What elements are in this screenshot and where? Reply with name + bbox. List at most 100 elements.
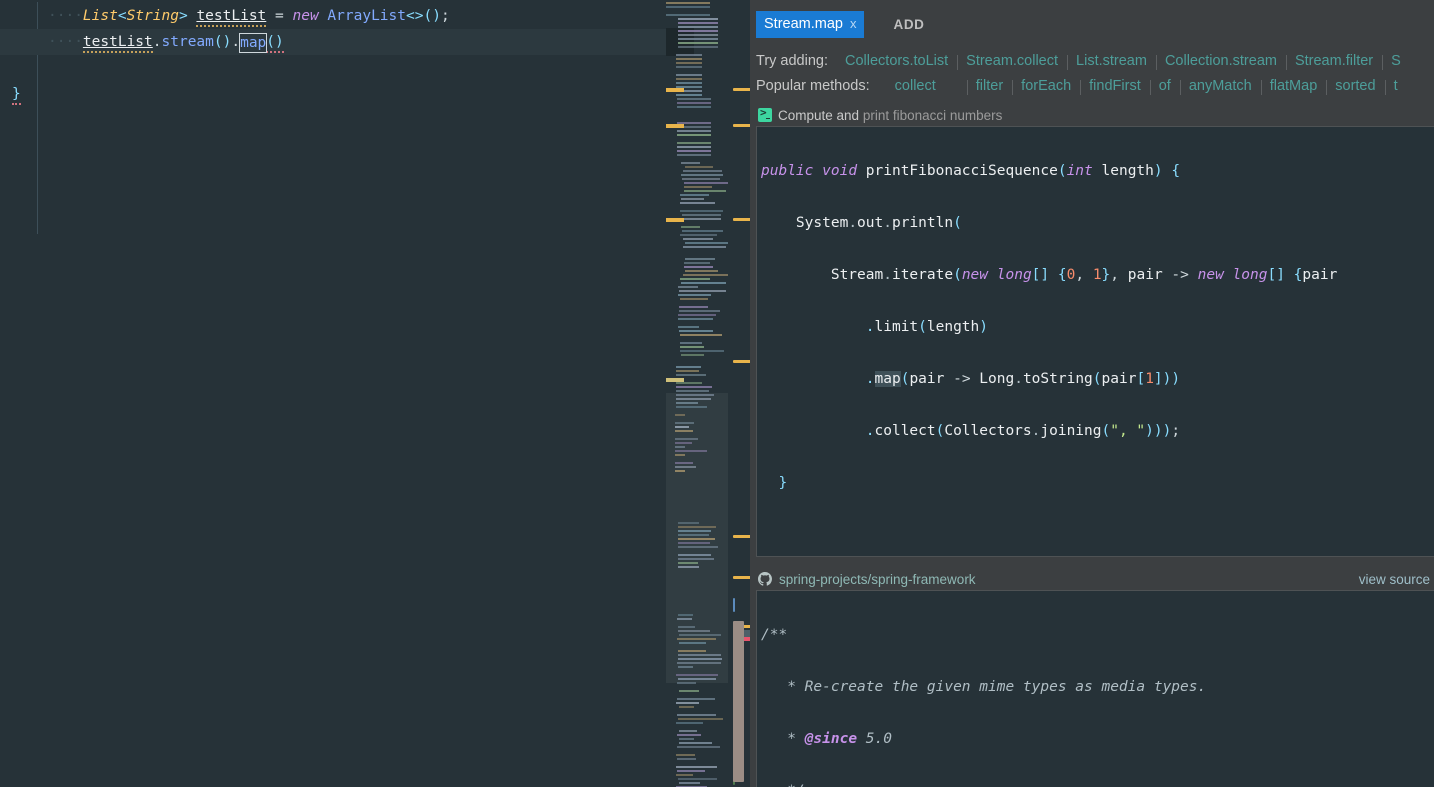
minimap-warning-marker (666, 88, 684, 92)
minimap-code-line (677, 638, 716, 640)
chip-collectors-tolist[interactable]: Collectors.toList (836, 53, 957, 69)
scroll-marker-blue-1 (733, 598, 735, 612)
minimap-code-line (675, 422, 694, 424)
minimap-code-line (676, 82, 702, 84)
minimap-code-line (678, 546, 718, 548)
add-button[interactable]: ADD (893, 17, 924, 32)
minimap-code-line (684, 190, 726, 192)
minimap-code-line (682, 178, 720, 180)
minimap-code-line (681, 354, 704, 356)
minimap-code-line (678, 654, 721, 656)
minimap-code-line (677, 98, 711, 100)
minimap-code-line (679, 738, 694, 740)
minimap-code-line (678, 326, 699, 328)
chip-popular-overflow[interactable]: t (1384, 78, 1407, 95)
minimap-code-line (675, 414, 685, 416)
minimap-code-line (680, 346, 704, 348)
minimap-code-line (676, 402, 698, 404)
minimap-code-line (679, 730, 697, 732)
minimap-code-line (678, 522, 699, 524)
editor-line-4[interactable]: } (0, 81, 750, 107)
chip-flatmap[interactable]: flatMap (1260, 78, 1327, 95)
minimap-code-line (680, 350, 724, 352)
chip-sorted[interactable]: sorted (1326, 78, 1384, 95)
minimap-code-line (676, 58, 702, 60)
card-title: Compute and print fibonacci numbers (778, 107, 1003, 123)
minimap-code-line (677, 130, 711, 132)
chip-try-adding-overflow[interactable]: S (1382, 53, 1410, 70)
editor-line-1[interactable]: ····List<String> testList = new ArrayLis… (0, 3, 750, 29)
minimap-code-line (685, 258, 715, 260)
minimap-code-line (666, 14, 710, 16)
minimap-code-line (678, 778, 717, 780)
github-icon (758, 572, 772, 586)
code-block-fibonacci[interactable]: public void printFibonacciSequence(int l… (756, 126, 1434, 557)
code-block-mimetypes[interactable]: /** * Re-create the given mime types as … (756, 590, 1434, 787)
chip-stream-filter[interactable]: Stream.filter (1285, 53, 1382, 70)
code-line: .map(pair -> Long.toString(pair[1])) (865, 371, 1181, 387)
editor-code-area[interactable]: ····List<String> testList = new ArrayLis… (0, 0, 750, 234)
minimap-code-line (678, 542, 710, 544)
minimap-code-line (680, 202, 715, 204)
minimap-code-line (683, 170, 722, 172)
minimap-code-line (676, 702, 699, 704)
minimap-code-line (678, 30, 718, 32)
minimap-code-line (678, 26, 718, 28)
minimap-code-line (677, 154, 711, 156)
card-header: spring-projects/spring-framework view so… (756, 568, 1434, 590)
minimap-code-line (678, 718, 723, 720)
editor-line-3[interactable] (0, 55, 750, 81)
chip-stream-collect[interactable]: Stream.collect (957, 53, 1067, 70)
minimap-code-line (676, 674, 718, 676)
minimap-code-line (681, 162, 700, 164)
minimap-code-line (684, 186, 712, 188)
minimap-code-line (678, 18, 718, 20)
caret-token-map[interactable]: map (239, 33, 268, 53)
minimap-code-line (676, 766, 717, 768)
minimap-code-line (678, 38, 718, 40)
minimap-code-line (679, 634, 721, 636)
code-line: .collect(Collectors.joining(", "))); (865, 423, 1181, 439)
minimap-code-line (675, 446, 685, 448)
minimap-code-line (676, 382, 702, 384)
code-editor[interactable]: ····List<String> testList = new ArrayLis… (0, 0, 757, 787)
minimap-code-line (677, 734, 701, 736)
chip-foreach[interactable]: forEach (1012, 78, 1080, 95)
popular-methods-label: Popular methods: (756, 77, 870, 94)
editor-minimap[interactable] (666, 0, 728, 787)
chip-findfirst[interactable]: findFirst (1080, 78, 1150, 95)
code-line: System.out.println( (795, 215, 962, 231)
minimap-code-line (681, 282, 726, 284)
minimap-code-line (678, 554, 711, 556)
minimap-code-line (684, 266, 713, 268)
minimap-code-line (679, 742, 712, 744)
chip-collection-stream[interactable]: Collection.stream (1155, 53, 1286, 70)
scrollbar-thumb[interactable] (733, 621, 744, 782)
chip-collect[interactable]: collect (886, 78, 945, 94)
editor-scrollbar[interactable] (728, 0, 757, 787)
minimap-code-line (678, 630, 710, 632)
minimap-code-line (679, 330, 713, 332)
chip-anymatch[interactable]: anyMatch (1179, 78, 1261, 95)
minimap-code-line (676, 754, 695, 756)
minimap-code-line (676, 54, 702, 56)
try-adding-label: Try adding: (756, 52, 828, 69)
chip-filter[interactable]: filter (966, 78, 1012, 95)
minimap-code-line (680, 342, 702, 344)
editor-line-2[interactable]: ····testList.stream().map() (0, 29, 750, 55)
minimap-code-line (678, 294, 711, 296)
code-line: * Re-create the given mime types as medi… (787, 679, 1207, 695)
chip-list-stream[interactable]: List.stream (1067, 53, 1156, 70)
minimap-code-line (677, 150, 711, 152)
minimap-code-line (677, 746, 720, 748)
minimap-code-line (675, 450, 707, 452)
chip-of[interactable]: of (1149, 78, 1180, 95)
minimap-code-line (676, 74, 702, 76)
close-icon[interactable]: x (850, 15, 857, 33)
query-tag-stream-map[interactable]: Stream.map x (756, 10, 865, 38)
minimap-code-line (677, 770, 705, 772)
view-source-link[interactable]: view source (1359, 572, 1430, 587)
minimap-warning-marker (666, 124, 684, 128)
minimap-code-line (678, 538, 715, 540)
minimap-code-line (683, 246, 726, 248)
